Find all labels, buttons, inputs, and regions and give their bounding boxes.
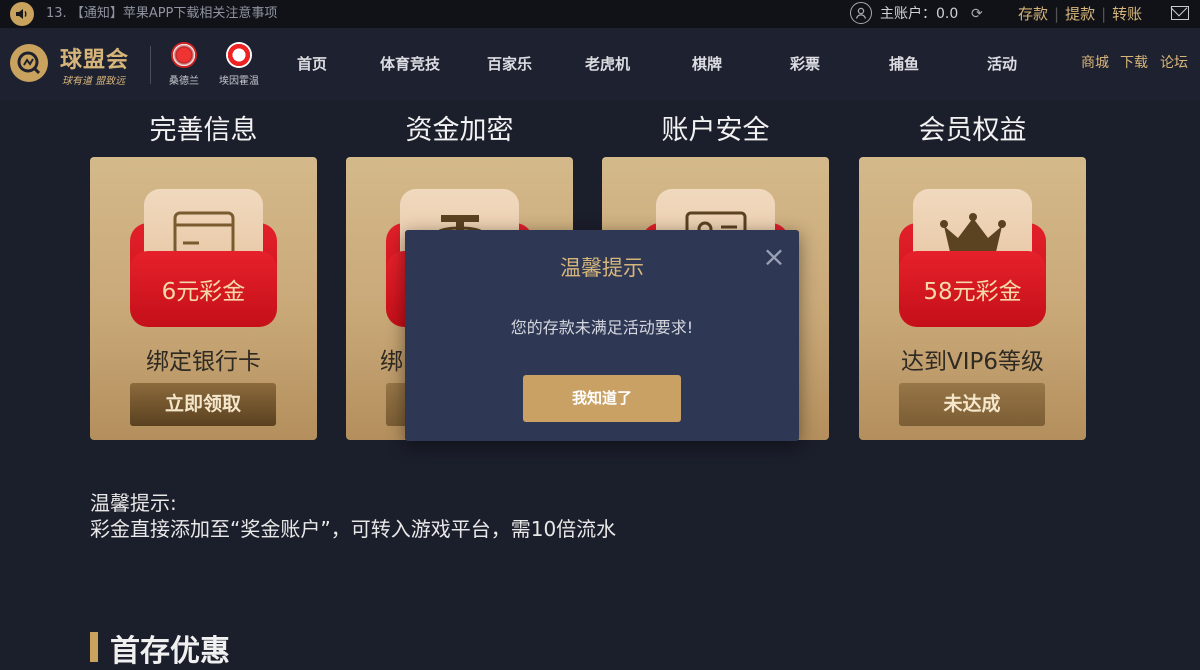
- close-icon[interactable]: ×: [761, 243, 787, 271]
- dialog-message: 您的存款未满足活动要求!: [510, 318, 694, 337]
- modal-overlay: 温馨提示 × 您的存款未满足活动要求! 我知道了: [0, 0, 1200, 643]
- confirm-button[interactable]: 我知道了: [523, 375, 681, 422]
- notice-dialog: 温馨提示 × 您的存款未满足活动要求! 我知道了: [405, 230, 799, 441]
- dialog-title: 温馨提示: [560, 256, 644, 280]
